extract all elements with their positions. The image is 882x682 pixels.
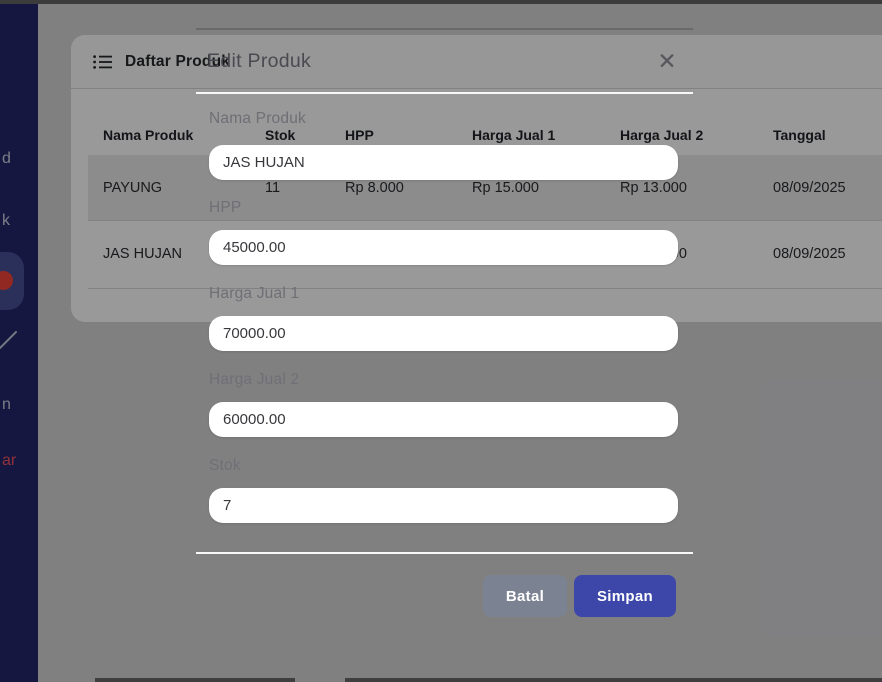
modal-top-border xyxy=(196,28,693,30)
harga-jual-2-input[interactable] xyxy=(209,402,678,437)
app-screen: d k n ar Daftar Produk xyxy=(0,0,882,682)
field-label-hpp: HPP xyxy=(209,199,241,217)
hpp-input[interactable] xyxy=(209,230,678,265)
field-label-stok: Stok xyxy=(209,457,241,475)
harga-jual-1-input[interactable] xyxy=(209,316,678,351)
save-button[interactable]: Simpan xyxy=(574,575,676,617)
cancel-button[interactable]: Batal xyxy=(483,575,567,617)
field-label-nama-produk: Nama Produk xyxy=(209,110,306,128)
edit-produk-modal: Edit Produk ✕ Nama Produk HPP Harga Jual… xyxy=(0,0,882,682)
modal-title: Edit Produk xyxy=(207,50,311,73)
modal-footer-divider xyxy=(196,552,693,554)
stok-input[interactable] xyxy=(209,488,678,523)
modal-header-divider xyxy=(196,92,693,94)
close-icon[interactable]: ✕ xyxy=(652,46,682,76)
nama-produk-input[interactable] xyxy=(209,145,678,180)
field-label-harga-jual-1: Harga Jual 1 xyxy=(209,285,299,303)
field-label-harga-jual-2: Harga Jual 2 xyxy=(209,371,299,389)
